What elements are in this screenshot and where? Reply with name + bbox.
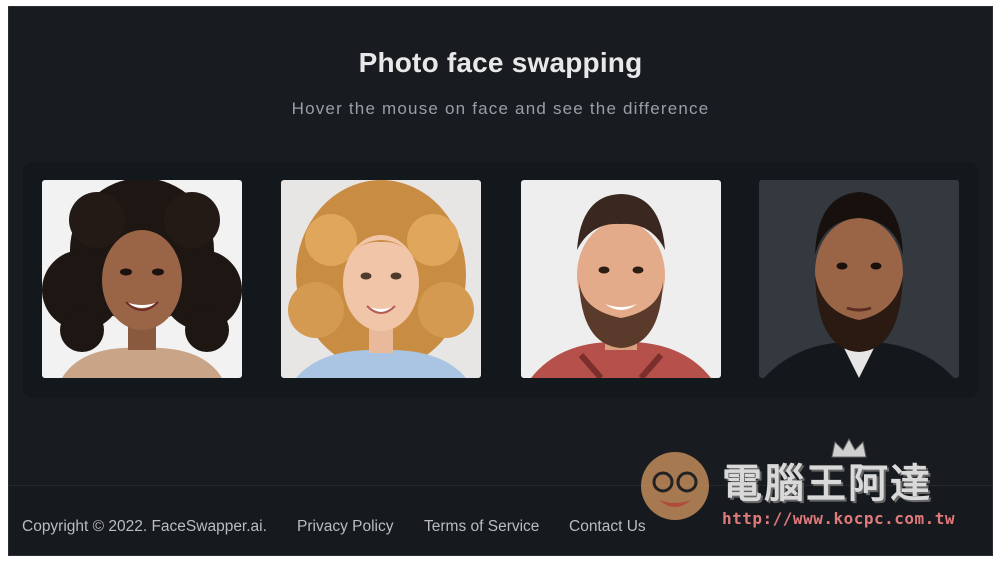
copyright-text: Copyright © 2022. FaceSwapper.ai. — [22, 518, 267, 535]
blonde-woman-portrait — [281, 180, 481, 378]
contact-us-link[interactable]: Contact Us — [569, 518, 646, 536]
page-frame: Photo face swapping Hover the mouse on f… — [8, 6, 993, 556]
bearded-man-portrait — [521, 180, 721, 378]
face-photo-3[interactable] — [521, 180, 721, 378]
watermark-name: 電腦王阿達 — [722, 461, 932, 507]
face-gallery — [23, 162, 978, 398]
privacy-policy-link[interactable]: Privacy Policy — [297, 518, 393, 536]
page-title: Photo face swapping — [358, 47, 643, 78]
bearded-man-dark-background-portrait — [759, 180, 959, 378]
watermark-url: http://www.kocpc.com.tw — [722, 509, 956, 528]
mascot-icon — [641, 452, 709, 520]
face-photo-4[interactable] — [759, 180, 959, 378]
page-subtitle: Hover the mouse on face and see the diff… — [291, 99, 710, 118]
terms-of-service-link[interactable]: Terms of Service — [424, 518, 539, 536]
face-photo-2[interactable] — [281, 180, 481, 378]
curly-hair-woman-portrait — [42, 180, 242, 378]
face-photo-1[interactable] — [42, 180, 242, 378]
site-watermark: 電腦王阿達 http://www.kocpc.com.tw — [637, 437, 977, 534]
